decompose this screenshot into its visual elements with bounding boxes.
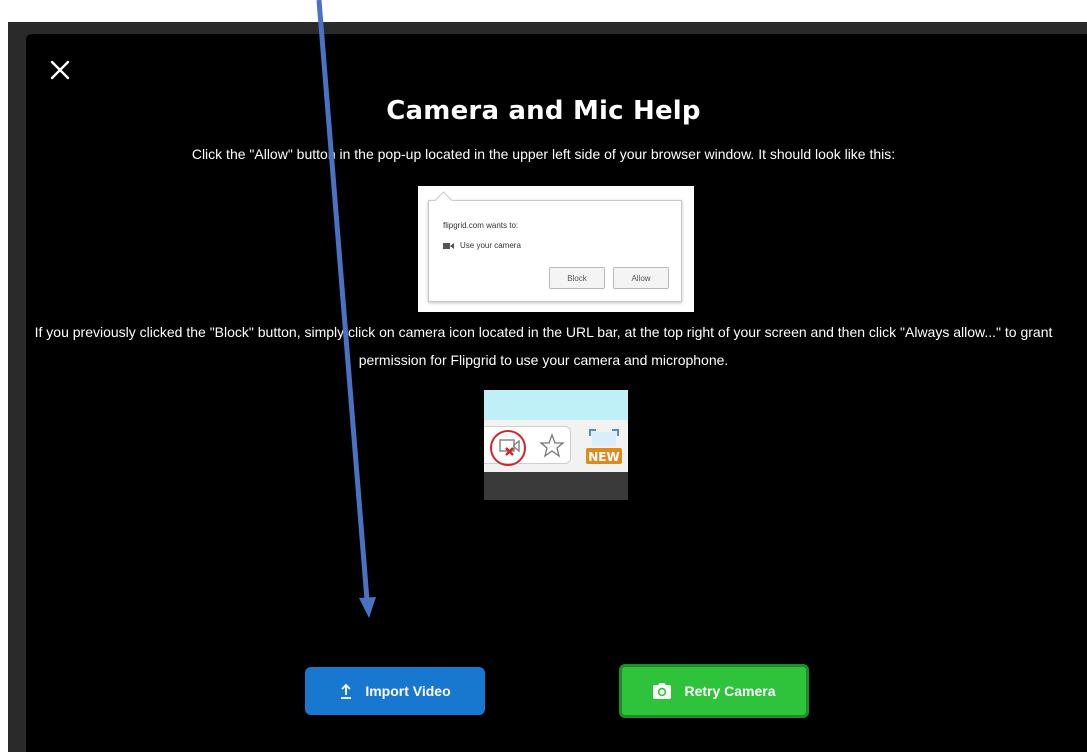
- import-video-button[interactable]: Import Video: [305, 667, 485, 715]
- camera-blocked-icon: [490, 430, 526, 466]
- popup-camera-row: Use your camera: [443, 241, 521, 250]
- close-button[interactable]: [46, 56, 74, 84]
- camera-icon: [653, 683, 672, 699]
- popup-site-text: flipgrid.com wants to:: [443, 221, 519, 230]
- block-instruction-text: If you previously clicked the "Block" bu…: [34, 324, 1053, 368]
- popup-allow-button: Allow: [613, 267, 669, 289]
- upload-icon: [341, 683, 352, 699]
- url-bar-example-image: NEW: [484, 390, 628, 500]
- close-icon: [50, 60, 70, 80]
- permission-popup: flipgrid.com wants to: Use your camera B…: [428, 191, 682, 302]
- popup-camera-label: Use your camera: [460, 241, 521, 250]
- allow-instruction-text: Click the "Allow" button in the pop-up l…: [191, 146, 896, 162]
- retry-camera-label: Retry Camera: [684, 683, 776, 699]
- camera-icon: [443, 242, 454, 249]
- retry-camera-button[interactable]: Retry Camera: [619, 664, 809, 718]
- new-badge-text: NEW: [588, 450, 619, 464]
- allow-popup-example-image: flipgrid.com wants to: Use your camera B…: [418, 186, 694, 312]
- new-extension-icon: NEW: [586, 429, 622, 464]
- modal-title: Camera and Mic Help: [386, 96, 701, 126]
- popup-block-button: Block: [549, 267, 605, 289]
- import-video-label: Import Video: [365, 683, 451, 699]
- star-icon: [539, 433, 565, 458]
